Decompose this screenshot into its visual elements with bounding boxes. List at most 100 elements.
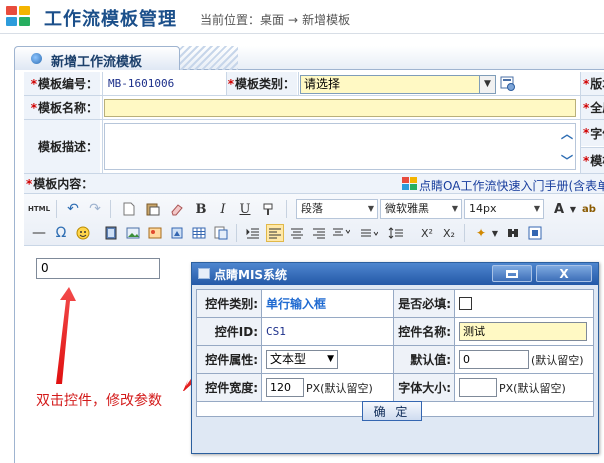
paste-icon[interactable]: [144, 200, 162, 218]
close-button[interactable]: X: [536, 265, 592, 282]
special-char-icon[interactable]: Ω: [52, 224, 70, 242]
template-name-label: * 模板名称：: [24, 96, 100, 119]
required-checkbox[interactable]: [459, 297, 472, 310]
top-header: 工作流模板管理 当前位置：桌面 → 新增模板: [0, 0, 604, 34]
fullscreen-icon[interactable]: [526, 224, 544, 242]
maximize-button[interactable]: [492, 265, 532, 282]
template-type-select[interactable]: 请选择 ▼: [300, 75, 496, 94]
emoticon-icon[interactable]: [74, 224, 92, 242]
format-painter-icon[interactable]: [260, 200, 278, 218]
template-desc-textarea[interactable]: ︿ ﹀: [104, 123, 576, 170]
new-doc-icon[interactable]: [120, 200, 138, 218]
paragraph-select[interactable]: 段落 ▼: [296, 199, 378, 219]
dialog-row-type: 控件类别: 单行输入框 是否必填:: [197, 290, 593, 318]
align-center-button[interactable]: [288, 224, 306, 242]
dialog-title-bar[interactable]: 点睛MIS系统 X: [192, 263, 598, 285]
line-height-icon[interactable]: [388, 224, 406, 242]
subscript-icon[interactable]: X₂: [440, 224, 458, 242]
font-family-value: 微软雅黑: [385, 202, 429, 215]
attachment-icon[interactable]: [168, 224, 186, 242]
chevron-down-icon: ▼: [327, 354, 334, 364]
underline-button[interactable]: U: [236, 200, 254, 218]
row-spacing-icon[interactable]: [332, 224, 350, 242]
control-type-label: 控件类别:: [197, 290, 261, 317]
form-row-desc: 模板描述： ︿ ﹀ *字体大 *模板宽: [24, 120, 604, 174]
app-root: 工作流模板管理 当前位置：桌面 → 新增模板 新增工作流模板 * 模板编号： MB-1…: [0, 0, 604, 463]
template-name-input[interactable]: [104, 99, 576, 117]
app-title: 工作流模板管理: [44, 9, 177, 30]
align-right-button[interactable]: [310, 224, 328, 242]
superscript-icon[interactable]: X²: [418, 224, 436, 242]
font-size-input[interactable]: [459, 378, 497, 397]
type-settings-icon[interactable]: [500, 76, 516, 91]
dialog-title: 点睛MIS系统: [214, 268, 288, 282]
template-desc-label: 模板描述：: [24, 120, 100, 173]
control-attr-label: 控件属性:: [197, 346, 261, 373]
find-icon[interactable]: [504, 224, 522, 242]
picture-icon[interactable]: [146, 224, 164, 242]
template-icon[interactable]: [212, 224, 230, 242]
breadcrumb-home[interactable]: 桌面: [260, 13, 284, 27]
confirm-button[interactable]: 确 定: [362, 401, 422, 421]
chevron-down-icon: ▼: [533, 204, 540, 213]
dialog-row-width: 控件宽度: 120 PX(默认留空) 字体大小: PX(默认留空): [197, 374, 593, 402]
control-attr-value: 文本型: [270, 352, 307, 366]
control-width-label: 控件宽度:: [197, 374, 261, 401]
quickstart-manual-link[interactable]: 点睛OA工作流快速入门手册(含表单: [419, 177, 604, 194]
template-width-label: *模板宽: [581, 147, 604, 173]
media-icon[interactable]: [102, 224, 120, 242]
control-type-value: 单行输入框: [266, 297, 327, 311]
paragraph-value: 段落: [301, 202, 323, 215]
required-cell: [455, 290, 472, 317]
form-row-name: *模板名称： *全局字: [24, 96, 604, 120]
control-name-cell: 测试: [455, 318, 587, 345]
control-properties-dialog: 点睛MIS系统 X 控件类别: 单行输入框 是否必填: 控件ID: CS1 控件…: [191, 262, 599, 454]
italic-button[interactable]: I: [214, 200, 232, 218]
eraser-icon[interactable]: [168, 200, 186, 218]
tab-new-template[interactable]: 新增工作流模板: [14, 46, 180, 70]
manual-book-icon: [402, 177, 417, 190]
image-icon[interactable]: [124, 224, 142, 242]
chevron-down-icon: ▼: [367, 204, 374, 213]
control-name-label: 控件名称:: [394, 318, 454, 345]
font-size-select[interactable]: 14px ▼: [464, 199, 544, 219]
align-left-button[interactable]: [266, 224, 284, 242]
template-type-selected: 请选择: [304, 77, 341, 91]
editor-text-field[interactable]: 0: [36, 258, 160, 279]
circle-bullet-icon: [31, 53, 42, 64]
redo-icon[interactable]: ↷: [86, 200, 104, 218]
breadcrumb-current: 新增模板: [302, 13, 351, 27]
chevron-down-icon: ▼: [451, 204, 458, 213]
font-size-label: *字体大: [581, 120, 604, 146]
app-logo-icon: [6, 6, 34, 28]
default-value-label: 默认值:: [394, 346, 454, 373]
horizontal-rule-icon[interactable]: —: [30, 224, 48, 242]
template-number-value: MB-1601006: [108, 77, 175, 90]
template-type-label: * 模板类别：: [227, 72, 297, 95]
bold-button[interactable]: B: [192, 200, 210, 218]
control-attr-select[interactable]: 文本型 ▼: [266, 350, 338, 369]
breadcrumb-arrow: →: [288, 13, 299, 27]
template-content-label: * 模板内容：: [24, 174, 104, 193]
dialog-row-attr: 控件属性: 文本型 ▼ 默认值: 0 (默认留空): [197, 346, 593, 374]
table-icon[interactable]: [190, 224, 208, 242]
font-family-select[interactable]: 微软雅黑 ▼: [380, 199, 462, 219]
default-value-input[interactable]: 0: [459, 350, 529, 369]
html-source-button[interactable]: HTML: [28, 200, 50, 218]
control-name-input[interactable]: 测试: [459, 322, 587, 341]
undo-icon[interactable]: ↶: [64, 200, 82, 218]
window-icon: [198, 268, 210, 279]
font-size-hint: PX(默认留空): [499, 381, 566, 395]
scroll-up-icon[interactable]: ︿: [560, 126, 574, 141]
template-number-label: * 模板编号：: [24, 72, 100, 95]
scroll-down-icon[interactable]: ﹀: [560, 153, 574, 168]
control-id-label: 控件ID:: [197, 318, 261, 345]
control-width-input[interactable]: 120: [266, 378, 304, 397]
tab-label: 新增工作流模板: [51, 55, 143, 70]
form-row-number-type: *模板编号： MB-1601006 *模板类别： 请选择 ▼ *版本: [24, 72, 604, 96]
indent-icon[interactable]: [244, 224, 262, 242]
paragraph-spacing-icon[interactable]: [360, 224, 378, 242]
chevron-down-icon[interactable]: ▼: [486, 224, 504, 242]
version-label: *版本: [581, 72, 604, 95]
highlight-icon[interactable]: ab: [580, 200, 598, 218]
